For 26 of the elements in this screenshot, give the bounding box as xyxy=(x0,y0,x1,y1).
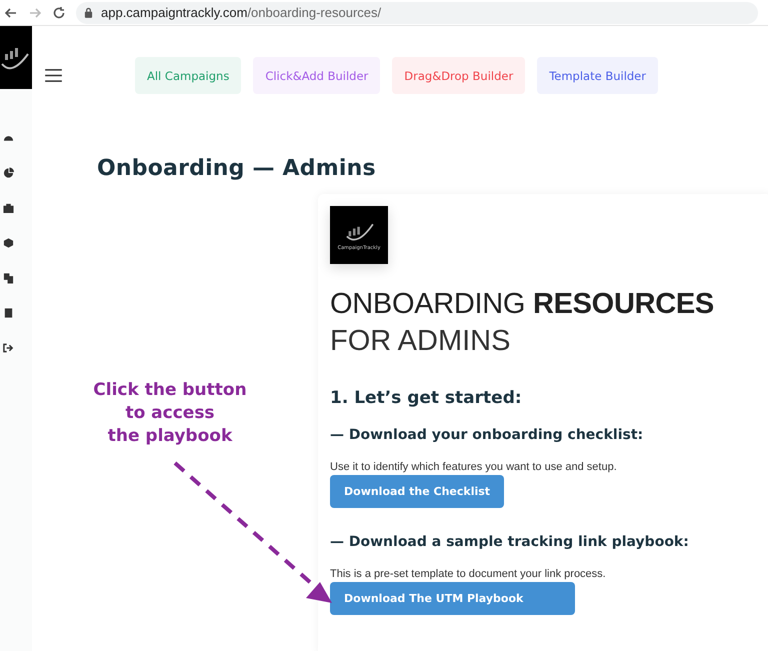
step-heading: — Download a sample tracking link playbook: xyxy=(330,534,690,550)
step-text: This is a pre-set template to document your link process. xyxy=(330,568,607,580)
tab[interactable]: Template Builder xyxy=(537,57,658,94)
sign-out-icon[interactable] xyxy=(2,342,14,354)
copy-icon[interactable] xyxy=(2,272,14,284)
card-title: ONBOARDING RESOURCES xyxy=(330,288,715,321)
page-title: Onboarding — Admins xyxy=(97,156,377,181)
download-button[interactable]: Download the Checklist xyxy=(330,475,504,508)
tab[interactable]: Drag&Drop Builder xyxy=(392,57,526,94)
back-icon[interactable] xyxy=(4,6,18,20)
reload-icon[interactable] xyxy=(52,6,66,20)
annotation-text: Click the button to access the playbook xyxy=(92,379,248,448)
tab[interactable]: All Campaigns xyxy=(135,57,242,94)
card-title: FOR ADMINS xyxy=(330,325,512,358)
address-bar[interactable]: app.campaigntrackly.com/onboarding-resources/ xyxy=(76,2,758,24)
briefcase-icon[interactable] xyxy=(2,202,14,214)
tab[interactable]: Click&Add Builder xyxy=(253,57,380,94)
logo-icon xyxy=(0,26,32,89)
cube-icon[interactable] xyxy=(2,237,14,249)
step-heading: — Download your onboarding checklist: xyxy=(330,427,644,443)
section-heading: 1. Let’s get started: xyxy=(330,388,523,408)
menu-icon[interactable] xyxy=(45,69,62,82)
step-text: Use it to identify which features you want to use and setup. xyxy=(330,461,618,473)
download-button[interactable]: Download The UTM Playbook xyxy=(330,582,575,615)
pie-chart-icon[interactable] xyxy=(2,167,14,179)
lock-icon xyxy=(84,7,93,18)
